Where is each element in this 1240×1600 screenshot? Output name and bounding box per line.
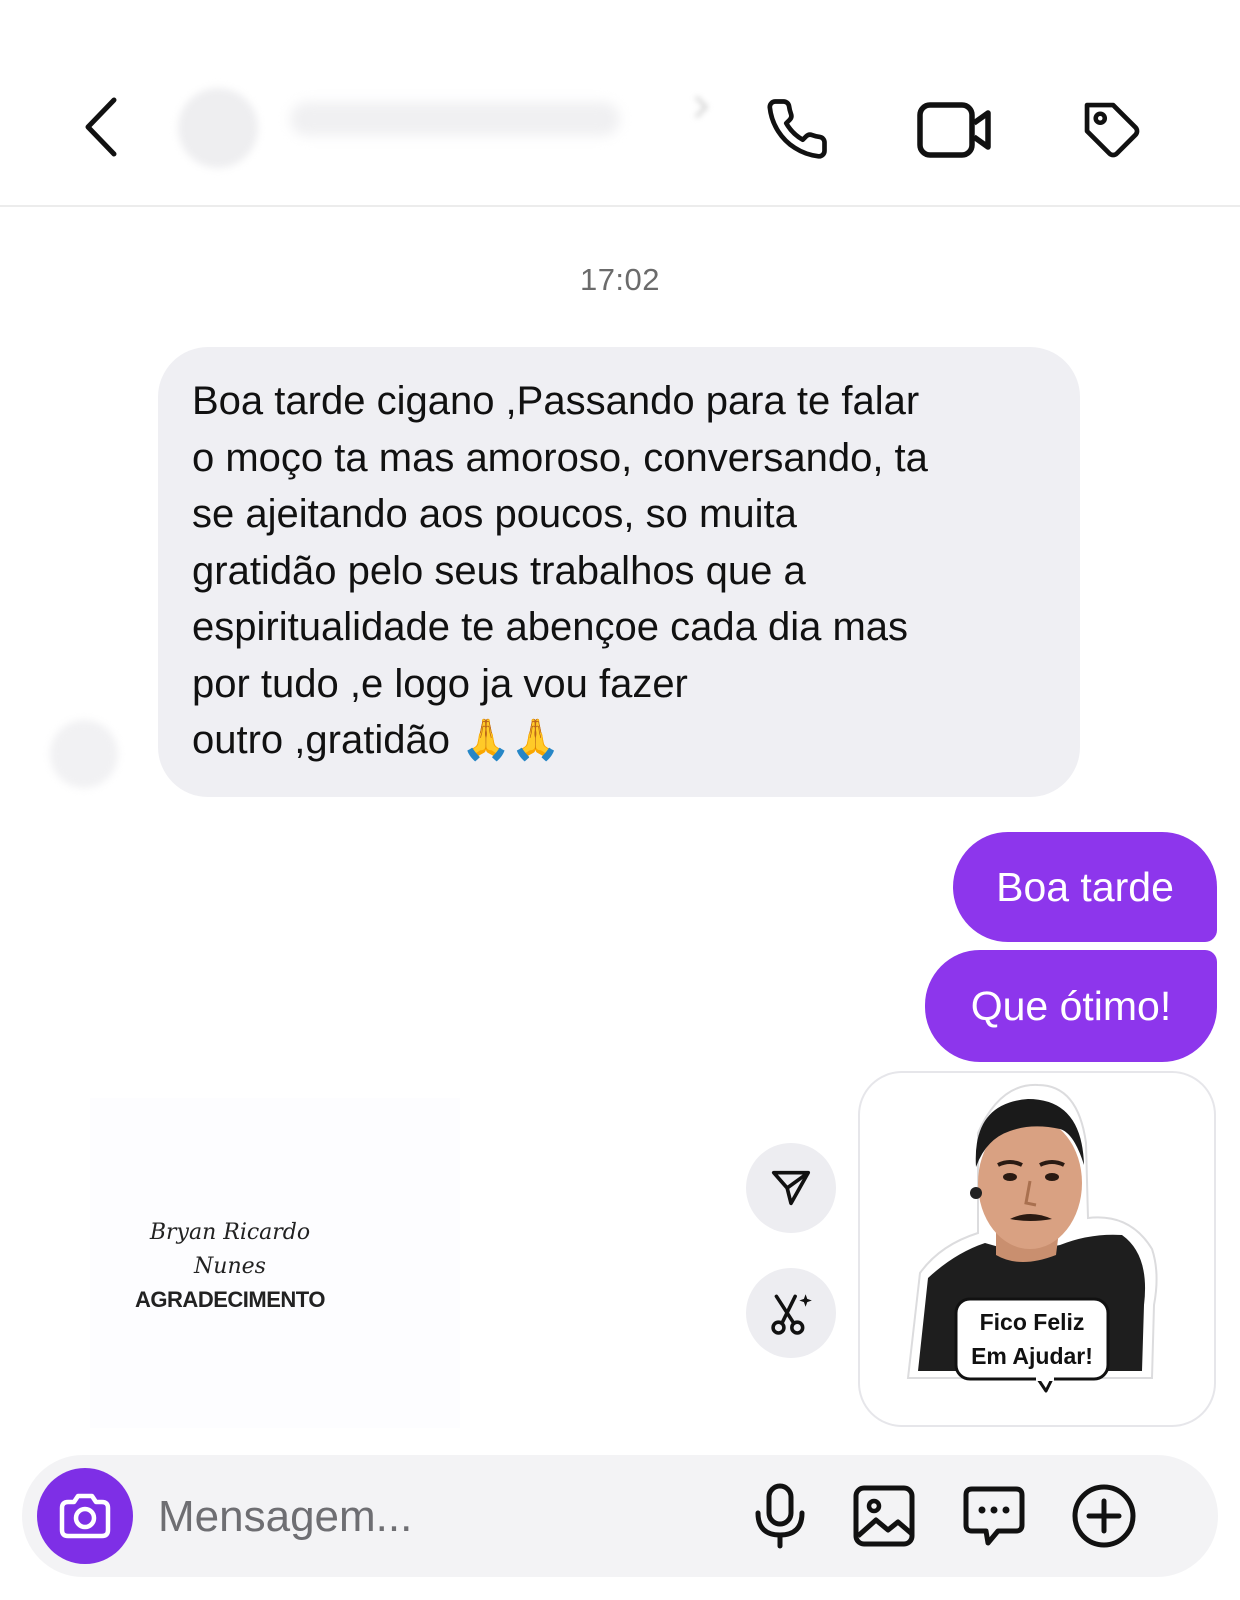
- sticker-cutout-button[interactable]: [746, 1268, 836, 1358]
- message-input[interactable]: [158, 1482, 718, 1552]
- image-caption: AGRADECIMENTO: [135, 1287, 325, 1312]
- call-button[interactable]: [758, 90, 836, 168]
- voice-message-button[interactable]: [742, 1478, 818, 1554]
- send-icon: [771, 1170, 811, 1206]
- add-button[interactable]: [1066, 1478, 1142, 1554]
- sticker-button[interactable]: [956, 1478, 1032, 1554]
- shared-image-card[interactable]: Bryan Ricardo Nunes AGRADECIMENTO: [90, 1098, 460, 1428]
- camera-icon: [59, 1493, 111, 1539]
- microphone-icon: [755, 1483, 805, 1549]
- scissors-sparkle-icon: [771, 1294, 812, 1335]
- contact-avatar[interactable]: [178, 88, 258, 168]
- signature-text: Bryan Ricardo Nunes: [149, 1220, 311, 1279]
- chevron-left-icon: [85, 97, 117, 157]
- gallery-button[interactable]: [846, 1478, 922, 1554]
- share-button[interactable]: [746, 1143, 836, 1233]
- outgoing-message-bubble[interactable]: Que ótimo!: [925, 950, 1217, 1062]
- video-camera-icon: [917, 102, 991, 158]
- sticker-chat-icon: [963, 1486, 1025, 1546]
- phone-icon: [767, 99, 827, 159]
- message-timestamp: 17:02: [579, 262, 661, 297]
- contact-name[interactable]: [290, 102, 620, 136]
- outgoing-message-bubble[interactable]: Boa tarde: [953, 832, 1217, 942]
- image-icon: [853, 1485, 915, 1547]
- chat-header: [0, 0, 1240, 207]
- incoming-message-bubble[interactable]: Boa tarde cigano ,Passando para te falar…: [158, 347, 1080, 797]
- camera-button[interactable]: [37, 1468, 133, 1564]
- sender-avatar[interactable]: [50, 720, 118, 788]
- sticker-message[interactable]: Fico Feliz Em Ajudar!: [858, 1071, 1216, 1427]
- back-button[interactable]: [70, 92, 130, 162]
- sticker-illustration: [906, 1083, 1158, 1393]
- sticker-text-line-2: Em Ajudar!: [971, 1343, 1093, 1369]
- tag-button[interactable]: [1072, 90, 1154, 172]
- sticker-text-line-1: Fico Feliz: [979, 1309, 1085, 1335]
- video-call-button[interactable]: [912, 92, 996, 168]
- chevron-right-icon: [690, 95, 714, 119]
- plus-circle-icon: [1072, 1484, 1136, 1548]
- tag-icon: [1084, 102, 1140, 158]
